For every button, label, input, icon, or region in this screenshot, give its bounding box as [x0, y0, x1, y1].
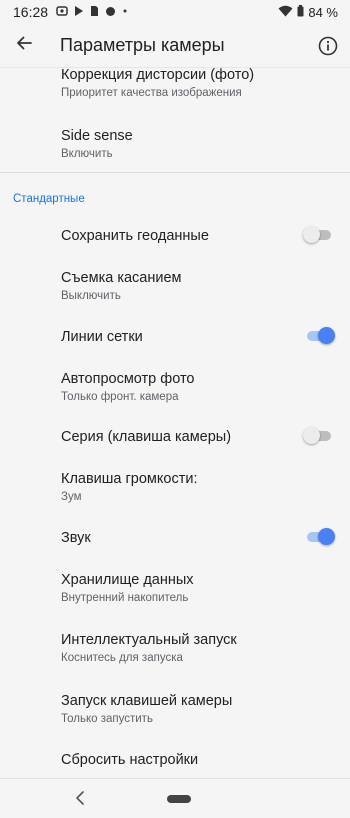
battery-percent: 84 %: [308, 4, 338, 20]
setting-subtitle: Только фронт. камера: [61, 391, 179, 403]
setting-title: Коррекция дисторсии (фото): [61, 67, 255, 83]
setting-title: Сбросить настройки: [61, 752, 199, 768]
setting-title: Звук: [61, 530, 91, 546]
status-bar: 16:28 84 %: [0, 0, 350, 24]
setting-burst-camera-key[interactable]: Серия (клавиша камеры): [0, 428, 350, 446]
toggle-thumb: [303, 226, 320, 243]
setting-reset[interactable]: Сбросить настройки: [0, 751, 350, 769]
setting-title: Съемка касанием: [61, 270, 182, 286]
grid-lines-toggle[interactable]: [305, 326, 335, 346]
setting-camera-key-launch[interactable]: Запуск клавишей камеры Только запустить: [0, 692, 350, 727]
setting-side-sense[interactable]: Side sense Включить: [0, 127, 350, 162]
system-nav-bar: [0, 778, 350, 818]
setting-subtitle: Включить: [61, 148, 113, 160]
section-header-standard: Стандартные: [13, 193, 85, 205]
setting-title: Интеллектуальный запуск: [61, 632, 237, 648]
status-time: 16:28: [13, 4, 49, 20]
setting-volume-key[interactable]: Клавиша громкости: Зум: [0, 470, 350, 505]
setting-photo-autoreview[interactable]: Автопросмотр фото Только фронт. камера: [0, 370, 350, 405]
back-button[interactable]: [0, 24, 48, 68]
app-bar: Параметры камеры: [0, 24, 350, 68]
setting-title: Линии сетки: [61, 329, 143, 345]
setting-title: Сохранить геоданные: [61, 228, 209, 244]
status-right: 84 %: [278, 4, 338, 20]
wifi-icon: [278, 5, 293, 20]
info-icon: [316, 36, 340, 62]
setting-subtitle: Только запустить: [61, 713, 153, 725]
shield-icon: [105, 5, 116, 20]
setting-title: Запуск клавишей камеры: [61, 693, 233, 709]
notification-icon: [56, 5, 68, 20]
setting-title: Клавиша громкости:: [61, 471, 198, 487]
setting-touch-capture[interactable]: Съемка касанием Выключить: [0, 269, 350, 304]
setting-storage[interactable]: Хранилище данных Внутренний накопитель: [0, 571, 350, 606]
setting-subtitle: Зум: [61, 491, 82, 503]
setting-grid-lines[interactable]: Линии сетки: [0, 328, 350, 346]
setting-subtitle: Выключить: [61, 290, 121, 302]
nav-home-button[interactable]: [167, 795, 191, 803]
info-button[interactable]: [316, 34, 340, 58]
setting-save-geodata[interactable]: Сохранить геоданные: [0, 227, 350, 245]
toggle-thumb: [303, 427, 320, 444]
toggle-thumb: [318, 327, 335, 344]
nav-back-button[interactable]: [72, 789, 88, 807]
battery-icon: [297, 4, 304, 20]
setting-title: Серия (клавиша камеры): [61, 429, 232, 445]
dot-icon: [122, 5, 128, 20]
setting-smart-launch[interactable]: Интеллектуальный запуск Коснитесь для за…: [0, 631, 350, 666]
chevron-left-icon: [72, 791, 88, 811]
burst-toggle[interactable]: [303, 426, 333, 446]
toggle-thumb: [318, 528, 335, 545]
geodata-toggle[interactable]: [303, 225, 333, 245]
setting-title: Side sense: [61, 128, 133, 144]
setting-title: Хранилище данных: [61, 572, 194, 588]
setting-distortion-correction[interactable]: Коррекция дисторсии (фото) Приоритет кач…: [0, 66, 350, 101]
setting-subtitle: Коснитесь для запуска: [61, 652, 183, 664]
setting-title: Автопросмотр фото: [61, 371, 195, 387]
sim-icon: [90, 5, 99, 20]
setting-subtitle: Приоритет качества изображения: [61, 87, 242, 99]
play-store-icon: [74, 5, 84, 20]
page-title: Параметры камеры: [60, 35, 225, 55]
arrow-left-icon: [15, 34, 33, 57]
setting-subtitle: Внутренний накопитель: [61, 592, 189, 604]
setting-sound[interactable]: Звук: [0, 529, 350, 547]
section-divider: [0, 172, 350, 173]
sound-toggle[interactable]: [305, 527, 335, 547]
